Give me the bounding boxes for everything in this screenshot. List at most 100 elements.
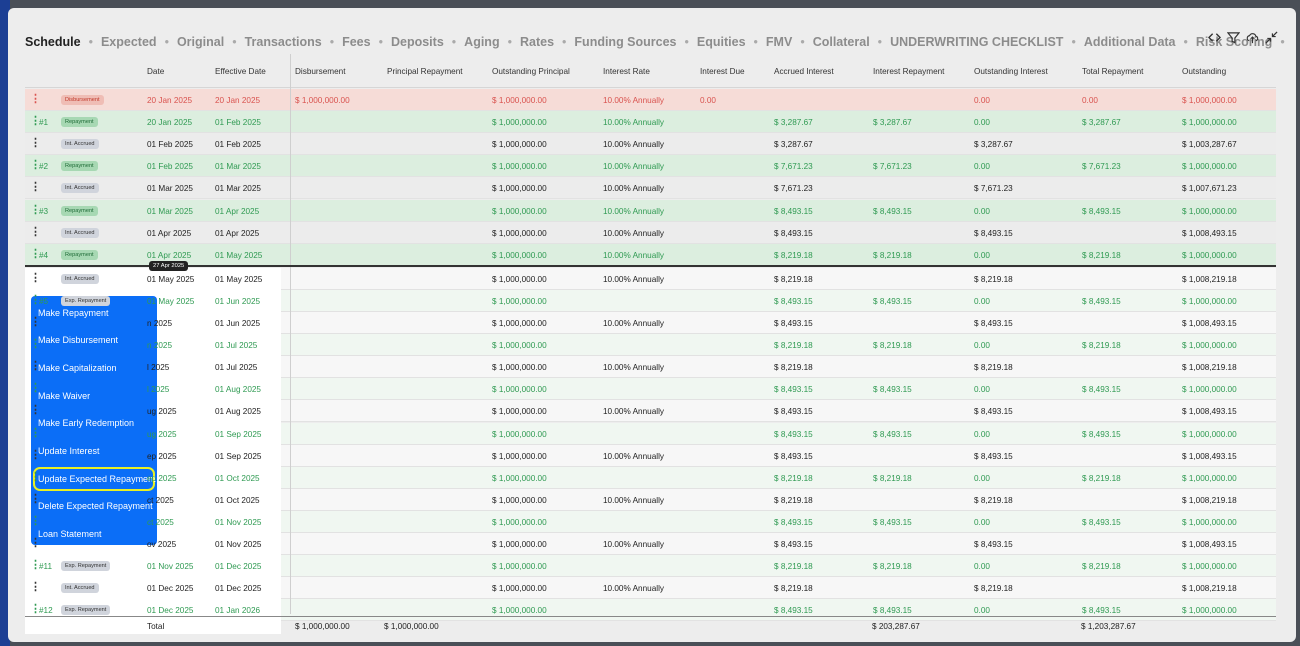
row-menu-icon[interactable]: ⋮ <box>30 405 41 416</box>
row-menu-icon[interactable]: ⋮ <box>30 515 41 527</box>
row-type-badge: Repayment <box>61 161 98 172</box>
cell-eff: 01 Apr 2025 <box>215 228 260 238</box>
col-header-outstanding[interactable]: Outstanding <box>1182 67 1226 76</box>
row-type-badge: Repayment <box>61 249 98 260</box>
row-menu-icon[interactable]: ⋮ <box>30 449 41 461</box>
cell-date: ep 2025 <box>147 473 177 483</box>
row-menu-icon[interactable]: ⋮ <box>30 317 41 328</box>
tab-additional-data[interactable]: Additional Data <box>1084 35 1176 49</box>
cell-outi: 0.00 <box>974 96 990 105</box>
col-header-date[interactable]: Date <box>147 67 164 76</box>
tab-expected[interactable]: Expected <box>101 35 157 49</box>
row-type-badge: Int. Accrued <box>61 139 99 150</box>
table-row[interactable]: ⋮ #4 Repayment 01 Apr 2025 01 May 2025 $ 1,00… <box>25 243 1276 266</box>
cell-acc: $ 7,671.23 <box>774 162 813 172</box>
col-header-outstanding-principal[interactable]: Outstanding Principal <box>492 67 570 76</box>
col-header-outstanding-interest[interactable]: Outstanding Interest <box>974 67 1048 76</box>
table-row[interactable]: ⋮ Int. Accrued 01 Apr 2025 01 Apr 2025 $ 1,0… <box>25 221 1276 244</box>
menu-item-make-early-redemption[interactable]: Make Early Redemption <box>31 409 157 437</box>
table-row[interactable]: ⋮ Int. Accrued 01 Mar 2025 01 Mar 2025 $ 1,0… <box>25 177 1276 200</box>
cell-outp: $ 1,000,000.00 <box>492 385 547 395</box>
total-disbursement: $ 1,000,000.00 <box>295 622 350 631</box>
cell-outp: $ 1,000,000.00 <box>492 363 547 373</box>
row-menu-icon[interactable]: ⋮ <box>30 182 41 193</box>
cell-rate: 10.00% Annually <box>603 118 664 128</box>
cloud-upload-icon[interactable] <box>1246 30 1259 44</box>
cell-out: $ 1,003,287.67 <box>1182 140 1237 150</box>
filter-icon[interactable] <box>1227 30 1240 44</box>
col-header-interest-due[interactable]: Interest Due <box>700 67 745 76</box>
row-menu-icon[interactable]: ⋮ <box>30 427 41 439</box>
menu-item-make-disbursement[interactable]: Make Disbursement <box>31 327 157 355</box>
row-menu-icon[interactable]: ⋮ <box>30 272 41 284</box>
row-type-badge: Exp. Repayment <box>61 295 111 306</box>
table-row[interactable]: ⋮ Disbursement 20 Jan 2025 20 Jan 2025 $ 1,0… <box>25 89 1276 111</box>
col-header-total-repayment[interactable]: Total Repayment <box>1082 67 1143 76</box>
table-row[interactable]: ⋮ #2 Repayment 01 Feb 2025 01 Mar 2025 $ 1,00… <box>25 155 1276 178</box>
menu-item-make-waiver[interactable]: Make Waiver <box>31 382 157 410</box>
col-header-interest-repayment[interactable]: Interest Repayment <box>873 67 944 76</box>
cell-eff: 01 Sep 2025 <box>215 451 262 461</box>
tab-original[interactable]: Original <box>177 35 224 49</box>
row-type-badge: Repayment <box>61 205 98 216</box>
tab-fees[interactable]: Fees <box>342 35 371 49</box>
row-menu-icon[interactable]: ⋮ <box>30 94 41 105</box>
cell-date: 01 Nov 2025 <box>147 562 194 572</box>
row-menu-icon[interactable]: ⋮ <box>30 493 41 505</box>
cell-outi: $ 7,671.23 <box>974 184 1013 194</box>
row-menu-icon[interactable]: ⋮ <box>30 138 41 149</box>
row-number: #2 <box>39 162 49 172</box>
cell-eff: 01 Jul 2025 <box>215 341 258 351</box>
col-header-interest-rate[interactable]: Interest Rate <box>603 67 650 76</box>
tab-schedule[interactable]: Schedule <box>25 35 81 49</box>
tab-collateral[interactable]: Collateral <box>813 35 870 49</box>
cell-rate: 10.00% Annually <box>603 250 664 260</box>
total-interest-repayment: $ 203,287.67 <box>872 622 920 631</box>
row-type-badge: Repayment <box>61 117 98 128</box>
row-menu-icon[interactable]: ⋮ <box>30 226 41 238</box>
row-menu-icon[interactable]: ⋮ <box>30 582 41 593</box>
menu-item-delete-expected-repayment[interactable]: Delete Expected Repayment <box>31 493 157 521</box>
collapse-icon[interactable] <box>1265 30 1278 44</box>
col-header-effective-date[interactable]: Effective Date <box>215 67 266 76</box>
cell-acc: $ 8,493.15 <box>774 429 813 439</box>
cell-trep: $ 8,493.15 <box>1082 517 1121 527</box>
table-row[interactable]: ⋮ #1 Repayment 20 Jan 2025 01 Feb 2025 $ 1,00… <box>25 111 1276 134</box>
menu-item-loan-statement[interactable]: Loan Statement <box>31 520 157 548</box>
total-repayment: $ 1,203,287.67 <box>1081 622 1136 631</box>
tab-funding-sources[interactable]: Funding Sources <box>574 35 676 49</box>
row-menu-icon[interactable]: ⋮ <box>30 339 41 350</box>
tab-underwriting-checklist[interactable]: UNDERWRITING CHECKLIST <box>890 35 1063 49</box>
tab-fmv[interactable]: FMV <box>766 35 792 49</box>
cell-outp: $ 1,000,000.00 <box>492 451 547 461</box>
tab-aging[interactable]: Aging <box>464 35 499 49</box>
tab-deposits[interactable]: Deposits <box>391 35 444 49</box>
cell-acc: $ 8,493.15 <box>774 606 813 616</box>
cell-date: 01 Mar 2025 <box>147 184 193 194</box>
cell-trep: $ 8,493.15 <box>1082 429 1121 439</box>
row-menu-icon[interactable]: ⋮ <box>30 538 41 549</box>
code-icon[interactable] <box>1208 30 1221 44</box>
cell-date: 01 May 2025 <box>147 296 195 306</box>
menu-item-update-interest[interactable]: Update Interest <box>31 437 157 465</box>
tab-equities[interactable]: Equities <box>697 35 746 49</box>
row-menu-icon[interactable]: ⋮ <box>30 361 41 372</box>
cell-date: 01 Apr 2025 <box>147 250 192 260</box>
total-principal-repayment: $ 1,000,000.00 <box>384 622 439 631</box>
col-header-principal-repayment[interactable]: Principal Repayment <box>387 67 463 76</box>
cell-acc: $ 8,219.18 <box>774 473 813 483</box>
col-header-accrued-interest[interactable]: Accrued Interest <box>774 67 834 76</box>
tab-rates[interactable]: Rates <box>520 35 554 49</box>
cell-date: 01 Mar 2025 <box>147 206 193 216</box>
menu-item-make-capitalization[interactable]: Make Capitalization <box>31 354 157 382</box>
cell-outi: 0.00 <box>974 606 990 616</box>
table-row[interactable]: ⋮ Int. Accrued 01 Feb 2025 01 Feb 2025 $ 1,0… <box>25 133 1276 156</box>
col-header-disbursement[interactable]: Disbursement <box>295 67 346 76</box>
table-row[interactable]: ⋮ #3 Repayment 01 Mar 2025 01 Apr 2025 $ 1,00… <box>25 199 1276 222</box>
tab-separator: • <box>88 35 93 49</box>
row-menu-icon[interactable]: ⋮ <box>30 471 41 483</box>
cell-acc: $ 8,219.18 <box>774 562 813 572</box>
menu-item-update-expected-repayment[interactable]: Update Expected Repayment <box>33 466 156 491</box>
tab-transactions[interactable]: Transactions <box>245 35 322 49</box>
row-menu-icon[interactable]: ⋮ <box>30 383 41 394</box>
